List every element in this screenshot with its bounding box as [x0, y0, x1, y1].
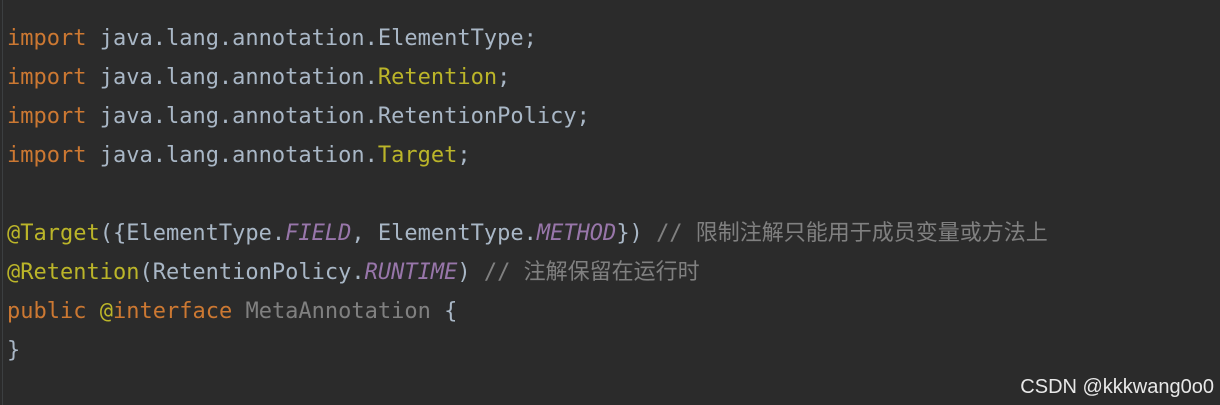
code-line-import-3: import java.lang.annotation.RetentionPol…: [7, 97, 1048, 136]
code-area[interactable]: import java.lang.annotation.ElementType;…: [7, 19, 1048, 370]
enum-constant: RUNTIME: [364, 260, 458, 285]
gutter-divider: [2, 0, 3, 405]
line-comment: // 注解保留在运行时: [483, 260, 700, 285]
class-name: Retention: [377, 65, 498, 90]
package-path: java.lang.annotation.: [86, 104, 378, 129]
code-line-interface-declaration: public @interface MetaAnnotation {: [7, 292, 1048, 331]
package-path: java.lang.annotation.: [86, 143, 378, 168]
class-name: ElementType: [377, 26, 524, 51]
annotation-name: @Retention: [7, 260, 140, 285]
code-line-import-2: import java.lang.annotation.Retention;: [7, 58, 1048, 97]
keyword: public: [7, 299, 87, 324]
class-name: RetentionPolicy: [377, 104, 577, 129]
semicolon: ;: [457, 143, 471, 168]
code-line-retention-annotation: @Retention(RetentionPolicy.RUNTIME) // 注…: [7, 253, 1048, 292]
keyword: import: [7, 104, 87, 129]
keyword: import: [7, 26, 87, 51]
semicolon: ;: [523, 26, 537, 51]
code-line-target-annotation: @Target({ElementType.FIELD, ElementType.…: [7, 214, 1048, 253]
code-line-closing-brace: }: [7, 331, 1048, 370]
annotation-args-open: (RetentionPolicy.: [139, 260, 365, 285]
annotation-args-close: }): [616, 221, 657, 246]
annotation-args-open: ({ElementType.: [99, 221, 286, 246]
annotation-name: @Target: [7, 221, 100, 246]
keyword: import: [7, 143, 87, 168]
enum-constant: METHOD: [536, 221, 617, 246]
at-symbol: @: [86, 299, 113, 324]
annotation-args-close: ): [457, 260, 484, 285]
keyword: import: [7, 65, 87, 90]
class-name: Target: [377, 143, 458, 168]
enum-constant: FIELD: [285, 221, 352, 246]
package-path: java.lang.annotation.: [86, 65, 378, 90]
code-line-import-1: import java.lang.annotation.ElementType;: [7, 19, 1048, 58]
open-brace: {: [430, 299, 458, 324]
semicolon: ;: [576, 104, 590, 129]
semicolon: ;: [497, 65, 511, 90]
code-editor[interactable]: import java.lang.annotation.ElementType;…: [0, 0, 1220, 405]
annotation-args-mid: , ElementType.: [351, 221, 537, 246]
package-path: java.lang.annotation.: [86, 26, 378, 51]
code-line-import-4: import java.lang.annotation.Target;: [7, 136, 1048, 175]
keyword: interface: [112, 299, 233, 324]
interface-name: MetaAnnotation: [232, 299, 431, 324]
watermark: CSDN @kkkwang0o0: [1020, 376, 1214, 398]
line-comment: // 限制注解只能用于成员变量或方法上: [656, 221, 1048, 246]
close-brace: }: [7, 338, 21, 363]
